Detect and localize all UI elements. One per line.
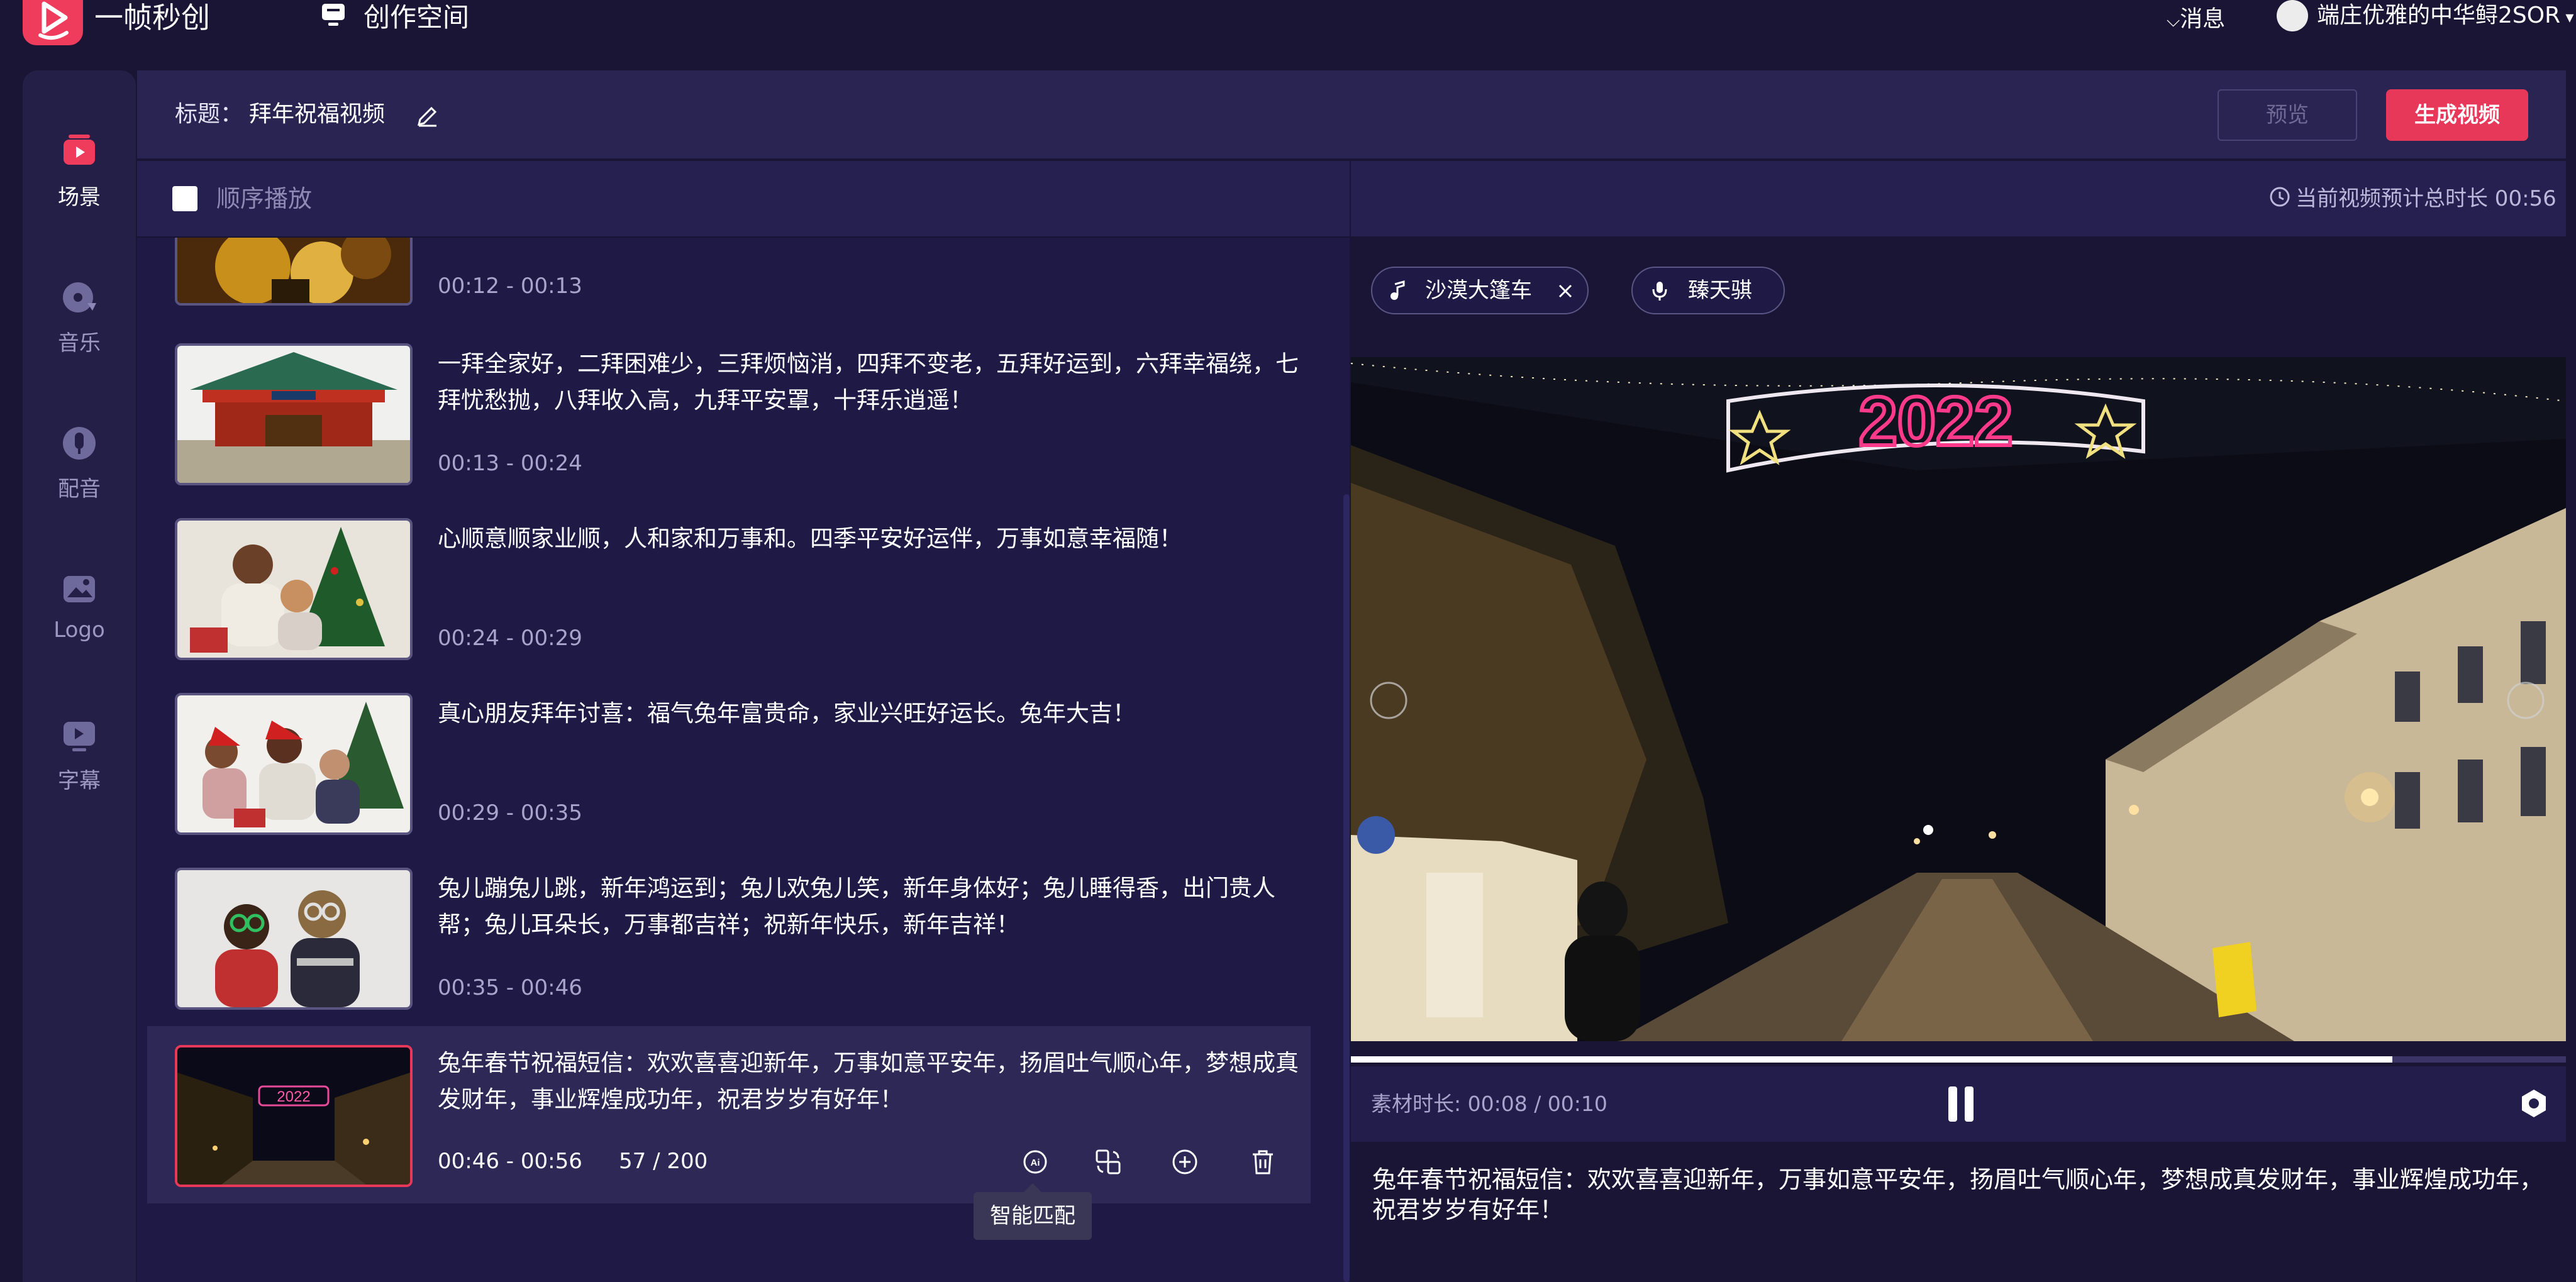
char-count: 57 / 200 bbox=[619, 1149, 708, 1174]
replace-icon[interactable] bbox=[1094, 1148, 1122, 1176]
caret-down-icon: ▾ bbox=[2560, 8, 2574, 27]
scene-thumbnail bbox=[175, 868, 413, 1010]
add-icon[interactable] bbox=[1171, 1148, 1199, 1176]
sidebar-label-scene: 场景 bbox=[58, 185, 101, 210]
top-bar: 一帧秒创 创作空间 ⌵消息 端庄优雅的中华鲟2SOR ▾ bbox=[0, 0, 2576, 66]
scene-time: 00:24 - 00:29 bbox=[438, 626, 582, 651]
scene-time: 00:12 - 00:13 bbox=[438, 274, 582, 299]
caption-text: 兔年春节祝福短信：欢欢喜喜迎新年，万事如意平安年，扬眉吐气顺心年，梦想成真发财年… bbox=[1372, 1166, 2544, 1224]
duration-bar: 当前视频预计总时长 00:56 bbox=[1351, 161, 2566, 236]
scene-item-6[interactable]: 2022 兔年春节祝福短信：欢欢喜喜迎新年，万事如意平安年，扬眉吐气顺心年，梦想… bbox=[147, 1026, 1311, 1203]
sidebar-label-subtitle: 字幕 bbox=[58, 768, 101, 793]
video-controls: 素材时长: 00:08 / 00:10 bbox=[1351, 1066, 2566, 1142]
scene-item-2[interactable]: 一拜全家好，二拜困难少，三拜烦恼消，四拜不变老，五拜好运到，六拜幸福绕，七拜忧愁… bbox=[147, 336, 1311, 506]
sidebar-label-logo: Logo bbox=[53, 617, 105, 643]
scene-thumbnail bbox=[175, 343, 413, 485]
thumb-sign-text: 2022 bbox=[277, 1088, 310, 1105]
voice-icon bbox=[63, 427, 96, 460]
messages-menu[interactable]: ⌵消息 bbox=[2167, 4, 2225, 36]
sequential-play-label: 顺序播放 bbox=[216, 185, 313, 213]
title-label: 标题： bbox=[175, 101, 243, 127]
scene-thumbnail bbox=[175, 693, 413, 835]
subtitle-icon bbox=[64, 722, 95, 751]
scene-time: 00:35 - 00:46 bbox=[438, 975, 582, 1000]
video-sign-text: 2022 bbox=[1859, 383, 2013, 460]
ai-match-icon[interactable]: Ai bbox=[1021, 1148, 1049, 1176]
preview-button[interactable]: 预览 bbox=[2218, 89, 2357, 141]
scene-thumbnail: 2022 bbox=[175, 1045, 413, 1187]
sidebar-label-music: 音乐 bbox=[58, 331, 101, 356]
title-header: 标题： 拜年祝福视频 预览 生成视频 bbox=[137, 70, 2566, 158]
sidebar-item-subtitle[interactable]: 字幕 bbox=[23, 716, 136, 794]
logo-icon bbox=[64, 576, 95, 602]
sidebar-item-music[interactable]: 音乐 bbox=[23, 278, 136, 356]
material-duration: 素材时长: 00:08 / 00:10 bbox=[1371, 1091, 1607, 1116]
generate-video-button[interactable]: 生成视频 bbox=[2386, 89, 2528, 141]
scene-list-header: 顺序播放 bbox=[137, 161, 1350, 238]
music-note-icon bbox=[1391, 280, 1405, 300]
music-tag-label: 沙漠大篷车 bbox=[1425, 278, 1532, 303]
workspace-icon[interactable] bbox=[319, 3, 347, 28]
scene-time: 00:46 - 00:56 bbox=[438, 1149, 582, 1174]
close-icon[interactable] bbox=[1556, 282, 1575, 301]
pause-icon[interactable] bbox=[1942, 1081, 1980, 1127]
app-name: 一帧秒创 bbox=[94, 1, 210, 35]
sidebar-item-scene[interactable]: 场景 bbox=[23, 132, 136, 211]
music-tag[interactable]: 沙漠大篷车 bbox=[1371, 267, 1589, 314]
sequential-play-checkbox[interactable] bbox=[172, 186, 197, 211]
microphone-icon bbox=[1652, 282, 1667, 301]
video-frame: 2022 bbox=[1351, 357, 2566, 1041]
scene-text: 兔年春节祝福短信：欢欢喜喜迎新年，万事如意平安年，扬眉吐气顺心年，梦想成真发财年… bbox=[438, 1049, 1299, 1113]
video-progress-fill bbox=[1351, 1056, 2392, 1063]
scene-thumbnail bbox=[175, 238, 413, 306]
user-menu[interactable]: 端庄优雅的中华鲟2SOR ▾ bbox=[2317, 0, 2573, 33]
delete-icon[interactable] bbox=[1249, 1148, 1277, 1176]
messages-label: 消息 bbox=[2180, 6, 2226, 32]
scene-text: 兔儿蹦兔儿跳，新年鸿运到；兔儿欢兔儿笑，新年身体好；兔儿睡得香，出门贵人帮；兔儿… bbox=[438, 875, 1275, 938]
scene-list-scrollbar[interactable] bbox=[1343, 494, 1350, 1282]
preview-panel: 当前视频预计总时长 00:56 沙漠大篷车 臻天骐 2022 素材时长: 00:… bbox=[1351, 161, 2566, 1282]
chevron-down-icon: ⌵ bbox=[2167, 10, 2180, 31]
scene-time: 00:29 - 00:35 bbox=[438, 800, 582, 826]
voice-tag[interactable]: 臻天骐 bbox=[1631, 267, 1785, 314]
avatar[interactable] bbox=[2277, 0, 2308, 31]
scene-text: 心顺意顺家业顺，人和家和万事和。四季平安好运伴，万事如意幸福随！ bbox=[438, 525, 1182, 552]
scene-thumbnail bbox=[175, 518, 413, 660]
scene-text: 真心朋友拜年讨喜：福气兔年富贵命，家业兴旺好运长。兔年大吉！ bbox=[438, 700, 1136, 727]
sidebar: 场景 音乐 配音 Logo 字幕 bbox=[23, 70, 136, 1282]
edit-icon[interactable] bbox=[415, 102, 440, 127]
scene-icon bbox=[64, 135, 95, 165]
scene-item-4[interactable]: 真心朋友拜年讨喜：福气兔年富贵命，家业兴旺好运长。兔年大吉！ 00:29 - 0… bbox=[147, 685, 1311, 855]
sidebar-item-voice[interactable]: 配音 bbox=[23, 424, 136, 502]
scene-text: 一拜全家好，二拜困难少，三拜烦恼消，四拜不变老，五拜好运到，六拜幸福绕，七拜忧愁… bbox=[438, 350, 1299, 414]
total-duration: 当前视频预计总时长 00:56 bbox=[2296, 186, 2557, 211]
settings-icon[interactable] bbox=[2518, 1088, 2550, 1119]
scene-time: 00:13 - 00:24 bbox=[438, 451, 582, 476]
video-preview[interactable]: 2022 bbox=[1351, 357, 2566, 1041]
title-value: 拜年祝福视频 bbox=[249, 101, 386, 127]
svg-text:Ai: Ai bbox=[1031, 1158, 1040, 1168]
username-label: 端庄优雅的中华鲟2SOR bbox=[2317, 3, 2561, 28]
clock-icon bbox=[2270, 187, 2290, 207]
ai-match-tooltip: 智能匹配 bbox=[974, 1183, 1092, 1240]
scene-item-5[interactable]: 兔儿蹦兔儿跳，新年鸿运到；兔儿欢兔儿笑，新年身体好；兔儿睡得香，出门贵人帮；兔儿… bbox=[147, 860, 1311, 1030]
scene-list-panel: 顺序播放 00:12 - 00:13 一拜全家好，二拜困难少，三拜烦恼消，四拜不… bbox=[137, 161, 1350, 1282]
sidebar-item-logo[interactable]: Logo bbox=[23, 570, 136, 643]
scene-item-3[interactable]: 心顺意顺家业顺，人和家和万事和。四季平安好运伴，万事如意幸福随！ 00:24 -… bbox=[147, 511, 1311, 680]
sidebar-label-voice: 配音 bbox=[58, 477, 101, 502]
music-icon bbox=[63, 282, 96, 312]
voice-tag-label: 臻天骐 bbox=[1688, 278, 1752, 303]
app-logo-icon[interactable] bbox=[23, 0, 83, 45]
workspace-link[interactable]: 创作空间 bbox=[364, 0, 469, 35]
